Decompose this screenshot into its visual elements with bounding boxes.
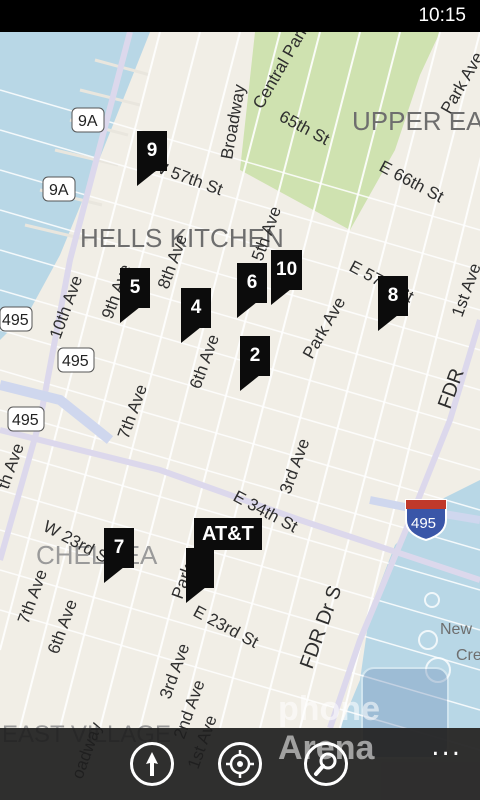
pin-label: 7 xyxy=(104,528,134,568)
directions-icon xyxy=(146,752,158,776)
shield-label: 9A xyxy=(78,113,98,130)
route-shield: 9A xyxy=(71,107,105,133)
map-canvas[interactable]: HELLS KITCHEN UPPER EA CHELSEA EAST VILL… xyxy=(0,0,480,800)
route-shield: 9A xyxy=(42,176,76,202)
shield-label: 495 xyxy=(2,312,29,329)
interstate-shield: 495 xyxy=(405,499,447,542)
district-label: New xyxy=(440,621,472,638)
pin-pointer xyxy=(271,289,291,305)
pin-pointer xyxy=(186,587,206,603)
pin-pointer xyxy=(378,315,398,331)
pin-pointer xyxy=(104,567,124,583)
district-label: UPPER EA xyxy=(352,106,480,136)
pin-pointer xyxy=(240,375,260,391)
pin-label: 9 xyxy=(137,131,167,171)
pin-label: 8 xyxy=(378,276,408,316)
pin-label: 6 xyxy=(237,263,267,303)
shield-label: 495 xyxy=(411,515,436,532)
directions-button[interactable] xyxy=(130,742,174,786)
route-shield: 495 xyxy=(57,347,95,373)
pin-pointer xyxy=(120,307,140,323)
route-shield: 495 xyxy=(0,306,33,332)
district-label: Cre xyxy=(456,647,480,664)
pin-pointer xyxy=(194,549,214,565)
pin-pointer xyxy=(137,170,157,186)
clock: 10:15 xyxy=(418,5,466,26)
locate-me-button[interactable] xyxy=(218,742,262,786)
pin-label: 5 xyxy=(120,268,150,308)
status-bar: 10:15 xyxy=(0,0,480,32)
shield-label: 495 xyxy=(62,353,89,370)
pin-pointer xyxy=(181,327,201,343)
shield-label: 495 xyxy=(12,412,39,429)
pin-pointer xyxy=(237,302,257,318)
route-shield: 495 xyxy=(7,406,45,432)
watermark-text: phone Arena xyxy=(278,690,380,767)
pin-label: 4 xyxy=(181,288,211,328)
locate-me-icon xyxy=(226,750,254,778)
pin-label: AT&T xyxy=(194,518,262,550)
pin-label: 10 xyxy=(271,250,303,290)
pin-label: 2 xyxy=(240,336,270,376)
shield-label: 9A xyxy=(49,182,69,199)
